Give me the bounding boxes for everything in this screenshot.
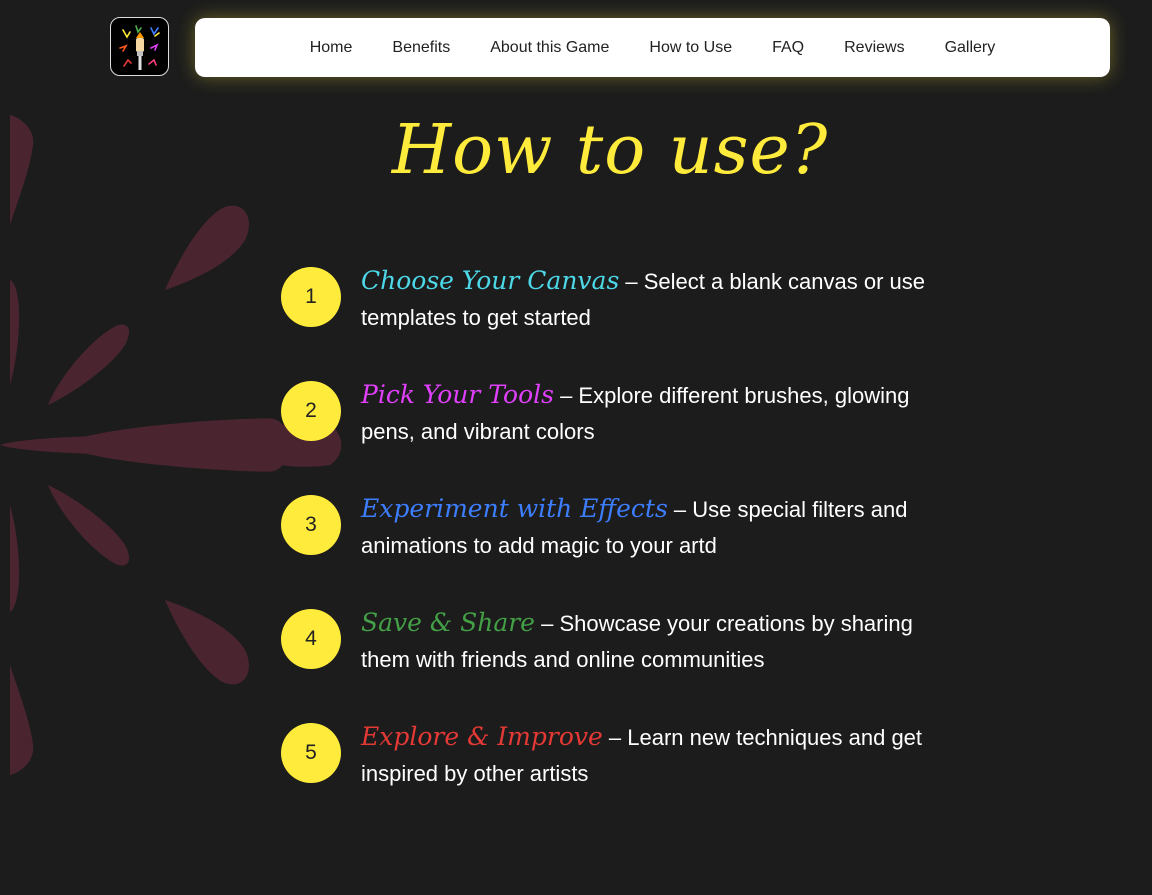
step-item: 3 Experiment with Effects – Use special … (281, 470, 941, 584)
step-text: Pick Your Tools – Explore different brus… (361, 377, 941, 450)
nav-link-benefits[interactable]: Benefits (392, 39, 450, 57)
step-text: Experiment with Effects – Use special fi… (361, 491, 941, 564)
step-item: 2 Pick Your Tools – Explore different br… (281, 356, 941, 470)
paintbrush-burst-icon (119, 25, 160, 70)
step-text: Choose Your Canvas – Select a blank canv… (361, 263, 941, 336)
nav-link-how-to-use[interactable]: How to Use (649, 39, 732, 57)
nav-link-home[interactable]: Home (310, 39, 353, 57)
nav-link-gallery[interactable]: Gallery (945, 39, 996, 57)
nav-link-about-this-game[interactable]: About this Game (490, 39, 609, 57)
step-number-badge: 5 (281, 723, 341, 783)
step-text: Save & Share – Showcase your creations b… (361, 605, 941, 678)
step-title: Pick Your Tools (361, 379, 554, 409)
nav-link-reviews[interactable]: Reviews (844, 39, 904, 57)
step-item: 4 Save & Share – Showcase your creations… (281, 584, 941, 698)
step-number-badge: 3 (281, 495, 341, 555)
step-number-badge: 2 (281, 381, 341, 441)
step-text: Explore & Improve – Learn new techniques… (361, 719, 941, 792)
nav-link-faq[interactable]: FAQ (772, 39, 804, 57)
step-title: Choose Your Canvas (361, 265, 620, 295)
page-title: How to use? (391, 111, 829, 190)
step-number-badge: 1 (281, 267, 341, 327)
site-logo[interactable] (110, 17, 169, 76)
step-title: Experiment with Effects (361, 493, 668, 523)
step-number-badge: 4 (281, 609, 341, 669)
step-title: Save & Share (361, 607, 535, 637)
step-item: 5 Explore & Improve – Learn new techniqu… (281, 698, 941, 812)
how-to-use-steps: 1 Choose Your Canvas – Select a blank ca… (281, 242, 941, 812)
step-item: 1 Choose Your Canvas – Select a blank ca… (281, 242, 941, 356)
main-navigation: Home Benefits About this Game How to Use… (195, 18, 1110, 77)
step-title: Explore & Improve (361, 721, 603, 751)
